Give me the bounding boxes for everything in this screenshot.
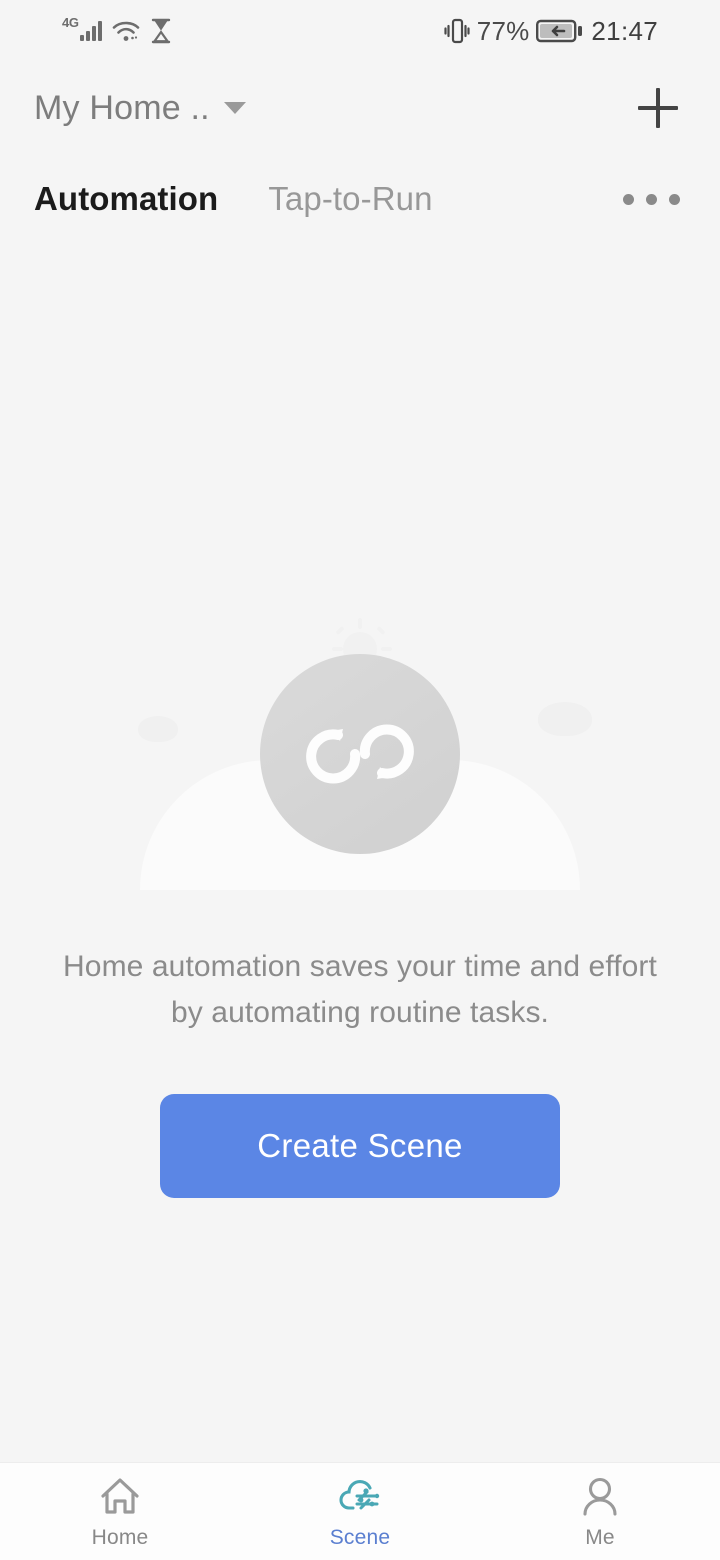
hourglass-icon (151, 18, 170, 44)
tab-automation[interactable]: Automation (34, 180, 218, 218)
network-type-label: 4G (62, 15, 79, 30)
house-icon (101, 1477, 139, 1514)
chevron-down-icon (223, 102, 246, 114)
person-icon (583, 1477, 617, 1516)
nav-item-scene[interactable]: Scene (240, 1463, 480, 1560)
battery-percent-label: 77% (476, 15, 530, 46)
more-horizontal-icon[interactable] (617, 180, 686, 219)
status-bar: 4G 77% 21:47 (0, 0, 720, 62)
automation-loop-icon (306, 724, 414, 784)
plus-icon[interactable] (630, 80, 686, 136)
clock-label: 21:47 (591, 15, 658, 46)
tab-tap-to-run[interactable]: Tap-to-Run (268, 180, 432, 218)
cloud-right-icon (538, 702, 592, 736)
status-bar-right: 77% 21:47 (444, 16, 658, 47)
app-header: My Home .. (0, 62, 720, 154)
nav-item-home[interactable]: Home (0, 1463, 240, 1560)
home-name-label: My Home .. (34, 88, 210, 127)
nav-label-me: Me (585, 1525, 615, 1549)
nav-label-scene: Scene (329, 1525, 391, 1549)
scene-cloud-icon (339, 1479, 380, 1510)
status-bar-left: 4G (62, 15, 172, 44)
create-scene-button[interactable]: Create Scene (160, 1094, 560, 1198)
empty-state: Home automation saves your time and effo… (0, 244, 720, 1462)
empty-state-description: Home automation saves your time and effo… (63, 950, 657, 1029)
battery-charging-icon (536, 19, 583, 43)
automation-loop-badge (260, 654, 460, 854)
bottom-navigation: Home Scene Me (0, 1462, 720, 1560)
tab-bar: Automation Tap-to-Run (0, 154, 720, 244)
app-screen: 4G 77% 21:47 My Home .. Automation Tap-t… (0, 0, 720, 1560)
vibrate-icon (444, 18, 470, 44)
nav-item-me[interactable]: Me (480, 1463, 720, 1560)
nav-label-home: Home (91, 1525, 149, 1549)
wifi-icon (112, 21, 139, 41)
empty-state-illustration (100, 618, 620, 890)
signal-bars-icon: 4G (62, 15, 102, 41)
home-selector[interactable]: My Home .. (34, 89, 246, 128)
cloud-left-icon (138, 716, 178, 742)
